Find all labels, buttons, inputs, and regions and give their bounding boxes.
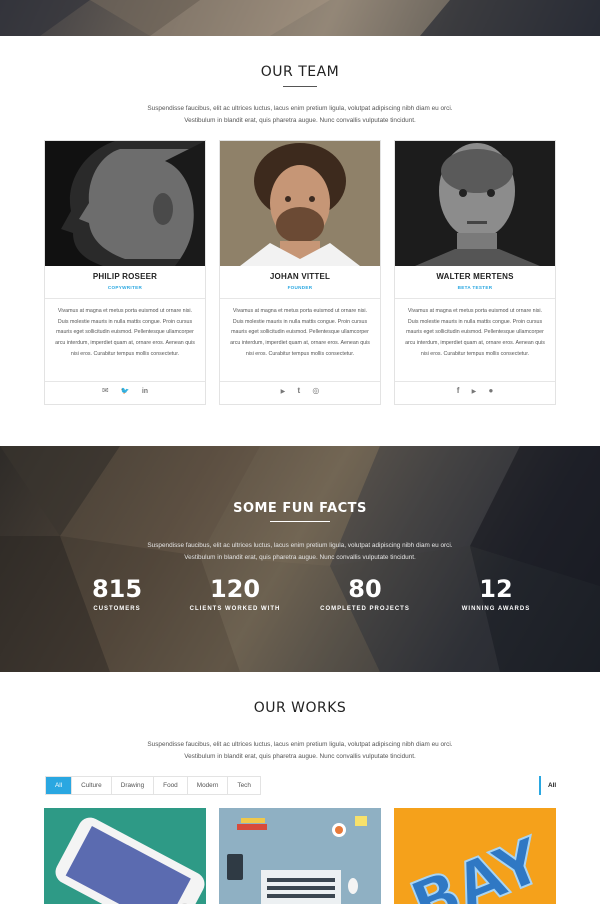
team-intro-line-1: Suspendisse faucibus, elit ac ultrices l… [147, 105, 453, 112]
works-intro: Suspendisse faucibus, elit ac ultrices l… [100, 739, 500, 762]
work-item-phone[interactable] [44, 808, 206, 904]
stat-clients: 120 CLIENTS WORKED WITH [170, 574, 300, 612]
linkedin-icon[interactable]: in [142, 388, 148, 395]
works-title: OUR WORKS [253, 700, 347, 716]
apple-icon[interactable]: ● [488, 386, 493, 395]
divider [45, 381, 205, 382]
tumblr-icon[interactable]: t [297, 386, 300, 395]
member-role: COPYWRITER [107, 285, 143, 290]
work-item-desk[interactable] [219, 808, 381, 904]
filter-modern[interactable]: Modern [186, 777, 228, 794]
team-card-philip: PHILIP ROSEER COPYWRITER Vivamus at magn… [44, 140, 206, 405]
member-bio: Vivamus at magna et metus porta euismod … [230, 308, 370, 357]
youtube-icon[interactable]: ▶ [281, 388, 286, 395]
stat-awards: 12 WINNING AWARDS [431, 574, 561, 612]
bay-illustration: BAY [400, 822, 555, 904]
stat-label: WINNING AWARDS [461, 606, 531, 612]
divider [395, 298, 555, 299]
divider [220, 298, 380, 299]
member-role: BETA TESTER [457, 285, 493, 290]
facts-intro: Suspendisse faucibus, elit ac ultrices l… [100, 540, 500, 563]
stat-customers: 815 CUSTOMERS [52, 574, 182, 612]
member-bio: Vivamus at magna et metus porta euismod … [55, 308, 195, 357]
stat-number: 815 [91, 575, 143, 603]
facts-title-rule [270, 521, 330, 522]
divider [220, 381, 380, 382]
member-name: PHILIP ROSEER [92, 272, 158, 281]
member-role: FOUNDER [287, 285, 313, 290]
polygon-pattern [0, 0, 600, 36]
team-intro: Suspendisse faucibus, elit ac ultrices l… [100, 103, 500, 126]
team-intro-line-2: Vestibulum in blandit erat, quis pharetr… [184, 116, 416, 124]
portfolio-filter-bar: All Culture Drawing Food Modern Tech [45, 776, 261, 795]
works-intro-line-2: Vestibulum in blandit erat, quis pharetr… [184, 752, 416, 760]
team-title: OUR TEAM [260, 64, 340, 80]
social-links: ✉ 🐦 in [45, 386, 205, 395]
member-photo [220, 141, 380, 266]
stat-label: COMPLETED PROJECTS [320, 606, 410, 612]
works-intro-line-1: Suspendisse faucibus, elit ac ultrices l… [147, 741, 453, 748]
hero-banner-bottom [0, 0, 600, 36]
stat-label: CUSTOMERS [93, 606, 141, 612]
stat-number: 80 [348, 575, 382, 603]
filter-all[interactable]: All [46, 777, 72, 794]
phone-illustration [55, 817, 205, 904]
member-photo [395, 141, 555, 266]
stat-number: 12 [479, 575, 513, 603]
member-bio: Vivamus at magna et metus porta euismod … [405, 308, 545, 357]
member-name: JOHAN VITTEL [269, 272, 331, 281]
social-links: ▶ t ◎ [220, 386, 380, 395]
fun-facts-section: SOME FUN FACTS Suspendisse faucibus, eli… [0, 446, 600, 672]
desk-illustration [227, 816, 367, 904]
facts-title: SOME FUN FACTS [233, 501, 367, 516]
facebook-icon[interactable]: f [457, 386, 460, 395]
filter-drawing[interactable]: Drawing [110, 777, 153, 794]
stat-label: CLIENTS WORKED WITH [189, 606, 281, 612]
team-card-johan: JOHAN VITTEL FOUNDER Vivamus at magna et… [219, 140, 381, 405]
stat-number: 120 [209, 575, 261, 603]
filter-food[interactable]: Food [153, 777, 187, 794]
member-photo [45, 141, 205, 266]
facts-intro-line-1: Suspendisse faucibus, elit ac ultrices l… [147, 542, 453, 549]
facts-intro-line-2: Vestibulum in blandit erat, quis pharetr… [184, 553, 416, 561]
dribbble-icon[interactable]: ◎ [312, 386, 319, 395]
stat-projects: 80 COMPLETED PROJECTS [300, 574, 430, 612]
filter-dropdown[interactable]: All [539, 776, 556, 795]
youtube-icon[interactable]: ▶ [472, 388, 477, 395]
filter-tech[interactable]: Tech [227, 777, 260, 794]
member-name: WALTER MERTENS [436, 272, 514, 281]
twitter-icon[interactable]: 🐦 [121, 387, 130, 395]
divider [45, 298, 205, 299]
thumb-text: BAY [401, 823, 554, 904]
team-card-walter: WALTER MERTENS BETA TESTER Vivamus at ma… [394, 140, 556, 405]
filter-culture[interactable]: Culture [71, 777, 111, 794]
divider [395, 381, 555, 382]
work-item-bay[interactable]: BAY [394, 808, 556, 904]
team-title-rule [283, 86, 317, 87]
social-links: f ▶ ● [395, 386, 555, 395]
envelope-icon[interactable]: ✉ [102, 386, 109, 395]
